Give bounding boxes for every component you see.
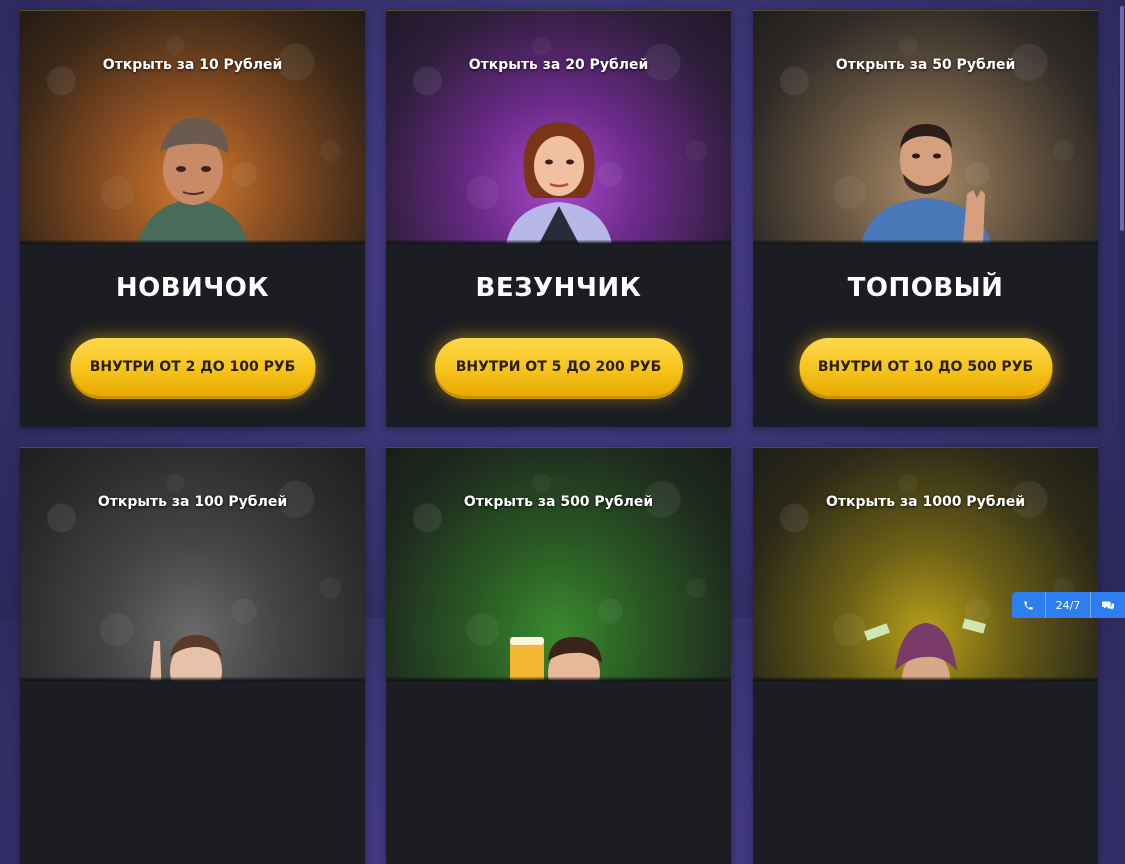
case-range-button[interactable]: ВНУТРИ ОТ 5 ДО 200 РУБ	[434, 338, 683, 396]
character-portrait	[137, 117, 248, 244]
case-card-image-area: Открыть за 10 Рублей	[20, 11, 365, 244]
case-card-1000[interactable]: Открыть за 1000 Рублей	[753, 447, 1098, 864]
case-card-lucky[interactable]: Открыть за 20 Рублей ВЕЗУНЧИК ВНУТРИ ОТ …	[386, 10, 731, 427]
support-phone-button[interactable]	[1012, 592, 1045, 618]
page-scrollbar[interactable]	[1119, 0, 1125, 618]
support-widget: 24/7	[1012, 592, 1125, 618]
case-card-500[interactable]: Открыть за 500 Рублей	[386, 447, 731, 864]
case-title: ВЕЗУНЧИК	[475, 273, 642, 303]
case-card-image-area: Открыть за 1000 Рублей	[753, 448, 1098, 681]
open-price-label: Открыть за 500 Рублей	[463, 494, 654, 510]
case-card-novice[interactable]: Открыть за 10 Рублей НОВИЧОК ВНУТРИ ОТ 2…	[20, 10, 365, 427]
case-range-button[interactable]: ВНУТРИ ОТ 10 ДО 500 РУБ	[799, 338, 1052, 396]
character-portrait	[149, 635, 222, 681]
case-title: НОВИЧОК	[115, 273, 270, 303]
character-portrait	[863, 618, 986, 681]
case-title: ТОПОВЫЙ	[847, 273, 1004, 303]
open-price-label: Открыть за 1000 Рублей	[825, 494, 1026, 510]
character-portrait	[509, 637, 602, 681]
case-card-top[interactable]: Открыть за 50 Рублей ТОПОВЫЙ ВНУТРИ ОТ 1…	[753, 10, 1098, 427]
case-card-image-area: Открыть за 50 Рублей	[753, 11, 1098, 244]
case-card-image-area: Открыть за 20 Рублей	[386, 11, 731, 244]
open-price-label: Открыть за 50 Рублей	[835, 57, 1016, 73]
case-card-100[interactable]: Открыть за 100 Рублей	[20, 447, 365, 864]
phone-icon	[1024, 600, 1033, 610]
scrollbar-thumb[interactable]	[1120, 6, 1124, 231]
case-range-button[interactable]: ВНУТРИ ОТ 2 ДО 100 РУБ	[70, 338, 315, 396]
open-price-label: Открыть за 20 Рублей	[468, 57, 649, 73]
character-portrait	[860, 124, 991, 244]
support-chat-button[interactable]	[1089, 592, 1125, 618]
support-hours[interactable]: 24/7	[1045, 592, 1089, 618]
character-portrait	[505, 122, 612, 244]
open-price-label: Открыть за 100 Рублей	[97, 494, 288, 510]
chat-icon	[1101, 601, 1114, 610]
case-card-image-area: Открыть за 100 Рублей	[20, 448, 365, 681]
case-card-image-area: Открыть за 500 Рублей	[386, 448, 731, 681]
open-price-label: Открыть за 10 Рублей	[102, 57, 283, 73]
